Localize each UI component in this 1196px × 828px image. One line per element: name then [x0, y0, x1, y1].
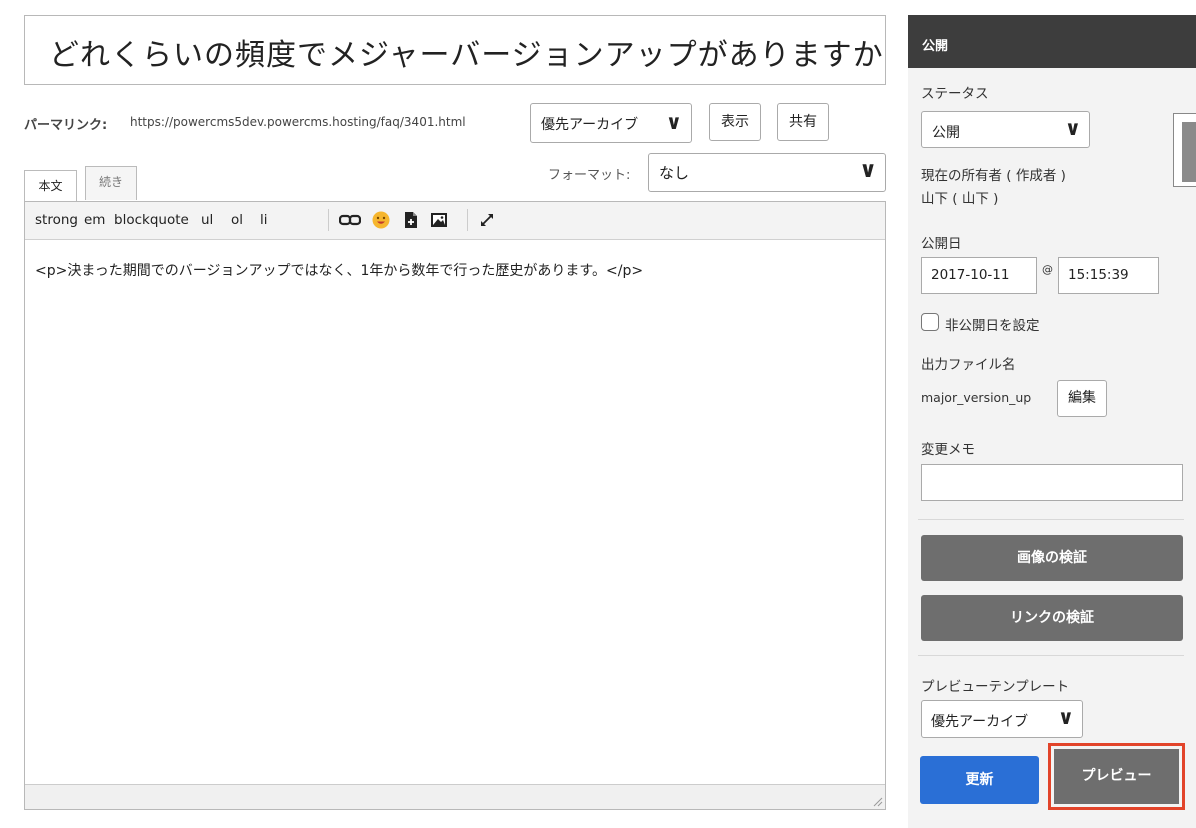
sidebar-divider: [918, 655, 1184, 656]
file-icon[interactable]: [402, 211, 420, 229]
editor-content[interactable]: <p>決まった期間でのバージョンアップではなく、1年から数年で行った歴史がありま…: [35, 260, 643, 280]
owner-label: 現在の所有者 ( 作成者 ): [921, 168, 1066, 184]
publish-date-label: 公開日: [921, 236, 962, 252]
expand-icon[interactable]: [478, 211, 496, 229]
format-label: フォーマット:: [548, 168, 631, 183]
permalink-url[interactable]: https://powercms5dev.powercms.hosting/fa…: [130, 115, 466, 129]
chevron-down-icon: ∨: [665, 110, 682, 134]
publish-sidebar: 公開 ステータス 公開 ∨ 現在の所有者 ( 作成者 ) 山下 ( 山下 ) 公…: [908, 15, 1196, 828]
chevron-down-icon: ∨: [1057, 705, 1074, 729]
title-field[interactable]: どれくらいの頻度でメジャーバージョンアップがありますか: [24, 15, 886, 85]
side-widget[interactable]: [1173, 113, 1196, 187]
editor-status-bar: [25, 784, 885, 809]
share-button[interactable]: 共有: [777, 103, 829, 141]
unpublish-label: 非公開日を設定: [945, 318, 1040, 334]
preview-template-label: プレビューテンプレート: [921, 679, 1070, 695]
preview-button[interactable]: プレビュー: [1054, 749, 1179, 804]
ol-button[interactable]: ol: [231, 212, 243, 228]
tab-body[interactable]: 本文: [24, 170, 77, 202]
status-select[interactable]: 公開 ∨: [921, 111, 1090, 148]
archive-select-value: 優先アーカイブ: [541, 117, 639, 133]
link-icon[interactable]: [339, 211, 361, 229]
verify-images-button[interactable]: 画像の検証: [921, 535, 1183, 581]
format-select-value: なし: [659, 164, 690, 182]
ul-button[interactable]: ul: [201, 212, 213, 228]
emoji-icon[interactable]: [372, 211, 390, 229]
memo-input[interactable]: [921, 464, 1183, 501]
verify-links-button[interactable]: リンクの検証: [921, 595, 1183, 641]
strong-button[interactable]: strong: [35, 212, 78, 228]
view-button[interactable]: 表示: [709, 103, 761, 141]
tab-continue[interactable]: 続き: [85, 166, 137, 200]
memo-label: 変更メモ: [921, 442, 975, 458]
blockquote-button[interactable]: blockquote: [114, 212, 189, 228]
side-widget-bar: [1182, 122, 1196, 182]
title-text: どれくらいの頻度でメジャーバージョンアップがありますか: [49, 38, 884, 73]
publish-time-input[interactable]: 15:15:39: [1058, 257, 1159, 294]
filename-value: major_version_up: [921, 390, 1032, 405]
edit-filename-button[interactable]: 編集: [1057, 380, 1107, 417]
publish-date-value: 2017-10-11: [931, 267, 1010, 283]
permalink-label: パーマリンク:: [24, 118, 108, 133]
editor-toolbar: strong em blockquote ul ol li: [25, 202, 885, 240]
chevron-down-icon: ∨: [859, 158, 877, 183]
at-sign: @: [1042, 263, 1053, 276]
toolbar-divider: [328, 209, 329, 231]
li-button[interactable]: li: [260, 212, 268, 228]
sidebar-header: 公開: [908, 15, 1196, 68]
resize-grip-icon[interactable]: [871, 795, 883, 807]
preview-template-select[interactable]: 優先アーカイブ ∨: [921, 700, 1083, 738]
filename-label: 出力ファイル名: [921, 357, 1016, 373]
toolbar-divider: [467, 209, 468, 231]
publish-time-value: 15:15:39: [1068, 267, 1129, 283]
publish-date-input[interactable]: 2017-10-11: [921, 257, 1037, 294]
chevron-down-icon: ∨: [1064, 116, 1081, 140]
owner-value: 山下 ( 山下 ): [921, 191, 999, 207]
sidebar-divider: [918, 519, 1184, 520]
unpublish-checkbox[interactable]: [921, 313, 939, 331]
sidebar-header-title: 公開: [922, 39, 949, 54]
archive-select[interactable]: 優先アーカイブ ∨: [530, 103, 692, 143]
format-select[interactable]: なし ∨: [648, 153, 886, 192]
update-button[interactable]: 更新: [920, 756, 1039, 804]
status-label: ステータス: [921, 86, 989, 102]
status-select-value: 公開: [932, 125, 960, 141]
em-button[interactable]: em: [84, 212, 105, 228]
editor-area[interactable]: strong em blockquote ul ol li <p>決まった期間で…: [24, 201, 886, 810]
preview-template-value: 優先アーカイブ: [931, 714, 1029, 730]
image-icon[interactable]: [430, 211, 448, 229]
